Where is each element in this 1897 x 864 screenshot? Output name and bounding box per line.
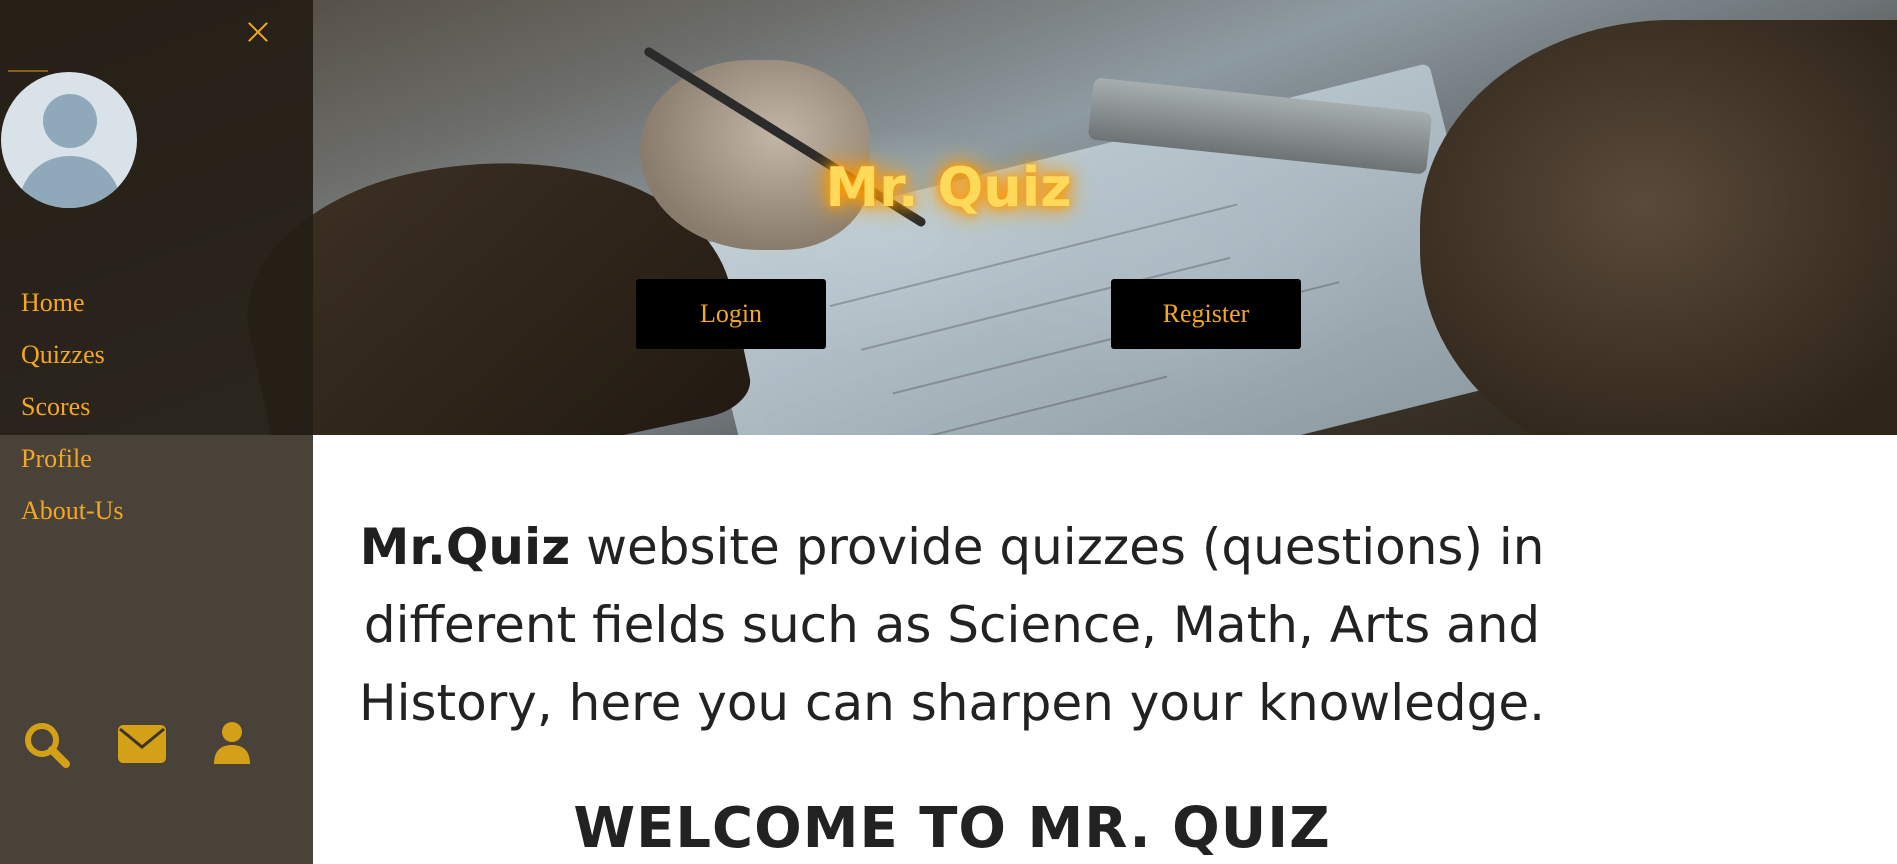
login-button[interactable]: Login bbox=[636, 279, 826, 349]
sidebar-item-quizzes[interactable]: Quizzes bbox=[21, 337, 124, 389]
sidebar-item-scores[interactable]: Scores bbox=[21, 389, 124, 441]
close-icon[interactable] bbox=[244, 18, 272, 46]
envelope-icon[interactable] bbox=[117, 720, 167, 770]
sidebar-item-profile[interactable]: Profile bbox=[21, 441, 124, 493]
welcome-heading: WELCOME TO MR. QUIZ bbox=[573, 796, 1331, 861]
avatar-head-shape bbox=[43, 94, 97, 148]
site-description: Mr.Quiz website provide quizzes (questio… bbox=[322, 508, 1582, 742]
avatar[interactable] bbox=[1, 72, 137, 208]
register-button[interactable]: Register bbox=[1111, 279, 1301, 349]
sidebar-accent-divider bbox=[8, 70, 48, 72]
sidebar-item-home[interactable]: Home bbox=[21, 285, 124, 337]
brand-name: Mr.Quiz bbox=[359, 518, 571, 576]
user-icon[interactable] bbox=[212, 720, 252, 770]
avatar-body-shape bbox=[19, 156, 121, 208]
hero-bag-image bbox=[1420, 20, 1897, 435]
search-icon[interactable] bbox=[22, 720, 72, 770]
sidebar-item-about-us[interactable]: About-Us bbox=[21, 493, 124, 545]
sidebar: Home Quizzes Scores Profile About-Us bbox=[0, 0, 313, 864]
sidebar-nav: Home Quizzes Scores Profile About-Us bbox=[21, 285, 124, 545]
